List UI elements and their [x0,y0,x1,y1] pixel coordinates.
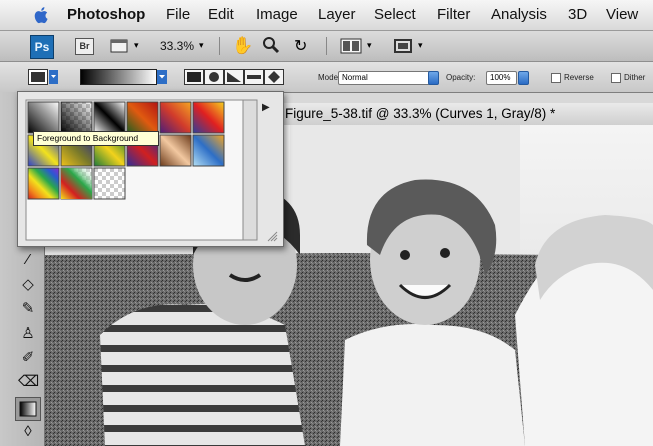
gradient-swatch[interactable] [27,101,60,134]
opacity-stepper-icon[interactable] [518,71,529,85]
menu-view[interactable]: View [606,6,638,23]
document-title[interactable]: Figure_5-38.tif @ 33.3% (Curves 1, Gray/… [285,106,555,121]
menu-analysis[interactable]: Analysis [491,6,547,23]
gradient-swatch[interactable] [60,101,93,134]
gradient-swatch[interactable] [192,101,225,134]
screen-mode-icon[interactable] [392,38,414,59]
resize-grip-icon[interactable] [266,229,278,247]
menu-app-name[interactable]: Photoshop [67,6,145,23]
eraser-icon[interactable]: ⌫ [18,372,39,392]
mode-stepper-icon[interactable] [428,71,439,85]
hand-icon[interactable]: ✋ [232,36,253,56]
dither-label: Dither [624,73,646,82]
history-brush-icon[interactable]: ✐ [18,348,38,368]
reverse-checkbox[interactable] [551,73,561,83]
ps-badge[interactable]: Ps [30,35,54,59]
gradient-swatch[interactable] [93,167,126,200]
blur-icon[interactable]: ◊ [18,422,38,442]
gradient-tool-button[interactable] [15,397,41,421]
mode-label: Mode: [318,73,341,82]
options-bar: Mode: Normal Opacity: 100% Reverse Dithe… [0,62,653,93]
tool-preset-picker[interactable] [28,69,58,90]
menu-file[interactable]: File [166,6,190,23]
gradient-type-buttons[interactable] [184,69,284,90]
rotate-icon[interactable]: ↻ [294,36,307,56]
application-bar: Ps Br ▾ 33.3% ▾ ✋ ↻ ▾ ▾ [0,31,653,62]
menu-3d[interactable]: 3D [568,6,587,23]
arrange-dropdown-icon[interactable]: ▾ [367,40,372,51]
gradient-swatch[interactable] [60,167,93,200]
brush-icon[interactable]: ⁄ [18,250,38,270]
gradient-swatch-grid [25,99,258,241]
view-extras-icon [110,39,128,53]
gradient-swatch[interactable] [159,101,192,134]
reverse-label: Reverse [564,73,594,82]
gradient-swatch[interactable] [159,134,192,167]
separator [326,37,327,55]
menu-layer[interactable]: Layer [318,6,356,23]
gradient-swatch[interactable] [126,101,159,134]
arrange-documents-icon[interactable] [340,38,362,59]
apple-icon[interactable] [30,4,52,26]
zoom-dropdown-icon[interactable]: ▾ [199,40,204,51]
gradient-picker-panel: ▶ [17,91,284,247]
gradient-swatch[interactable] [192,134,225,167]
opacity-label: Opacity: [446,73,476,82]
menu-image[interactable]: Image [256,6,298,23]
mode-select[interactable]: Normal [338,71,431,85]
gradient-editor-swatch[interactable] [80,69,168,90]
opacity-field[interactable]: 100% [486,71,517,85]
gradient-swatch[interactable] [27,167,60,200]
pencil-icon[interactable]: ✎ [18,299,38,319]
menu-edit[interactable]: Edit [208,6,234,23]
gradient-swatch[interactable] [93,101,126,134]
clone-stamp-icon[interactable]: ♙ [18,324,38,344]
separator [219,37,220,55]
panel-menu-arrow-icon[interactable]: ▶ [262,102,270,113]
gradient-tool-icon [19,401,37,417]
tooltip: Foreground to Background [33,131,159,146]
lasso-icon[interactable]: ◇ [18,275,38,295]
menu-select[interactable]: Select [374,6,416,23]
menu-filter[interactable]: Filter [437,6,470,23]
screen-mode-dropdown-icon[interactable]: ▾ [418,40,423,51]
dither-checkbox[interactable] [611,73,621,83]
menu-bar: Photoshop File Edit Image Layer Select F… [0,0,653,31]
zoom-icon[interactable] [262,36,280,59]
zoom-level[interactable]: 33.3% [160,39,194,53]
bridge-button[interactable]: Br [75,38,94,55]
view-extras-dropdown-icon[interactable]: ▾ [134,40,139,51]
view-extras-button[interactable] [110,37,132,55]
